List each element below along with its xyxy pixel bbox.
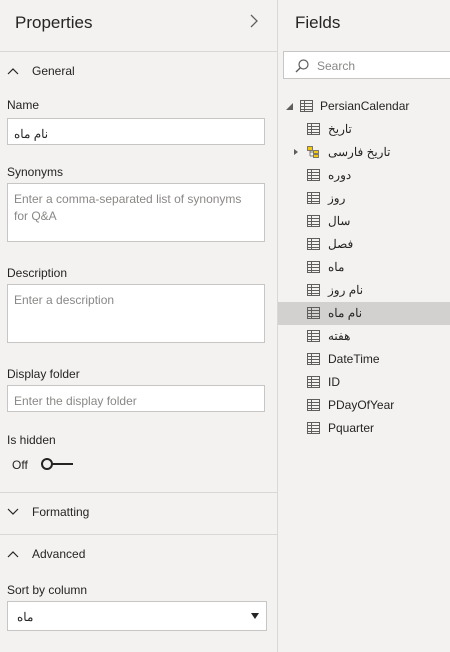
chevron-right-icon[interactable] [248, 13, 260, 29]
field-item[interactable]: PDayOfYear [278, 394, 450, 417]
sort-by-column-select[interactable]: ماه [7, 601, 267, 631]
is-hidden-toggle[interactable] [39, 456, 75, 472]
table-column-icon [307, 169, 320, 181]
table-column-icon [307, 330, 320, 342]
table-node-persiancalendar[interactable]: PersianCalendar [283, 96, 450, 116]
synonyms-placeholder: Enter a comma-separated list of synonyms… [14, 192, 242, 223]
field-item-label: دوره [328, 168, 352, 182]
name-label: Name [7, 98, 40, 112]
field-item-label: نام روز [328, 283, 364, 297]
sort-by-column-value: ماه [17, 610, 34, 624]
chevron-down-icon [7, 508, 19, 515]
table-name: PersianCalendar [320, 99, 410, 113]
dropdown-arrow-icon [251, 613, 259, 619]
field-item-label: ID [328, 375, 340, 389]
general-label: General [32, 64, 75, 78]
expand-triangle-icon[interactable] [294, 149, 298, 155]
name-value: نام ماه [14, 127, 49, 141]
name-field[interactable]: نام ماه [7, 118, 265, 145]
field-item-label: ماه [328, 260, 345, 274]
table-column-icon [307, 376, 320, 388]
table-column-icon [307, 215, 320, 227]
table-icon [300, 100, 313, 112]
display-folder-placeholder: Enter the display folder [14, 394, 137, 408]
description-field[interactable]: Enter a description [7, 284, 265, 343]
field-item-label: سال [328, 214, 351, 228]
search-placeholder: Search [317, 59, 356, 73]
field-item-label: DateTime [328, 352, 380, 366]
properties-pane: Properties General Name نام ماه Synonyms… [0, 0, 278, 652]
field-item-label: تاریخ [328, 122, 352, 136]
advanced-section-header[interactable]: Advanced [0, 534, 277, 576]
field-item-label: Pquarter [328, 421, 375, 435]
field-item[interactable]: تاریخ فارسی [278, 141, 450, 164]
table-column-icon [307, 238, 320, 250]
sort-by-column-label: Sort by column [7, 583, 88, 597]
table-column-icon [307, 422, 320, 434]
display-folder-field[interactable]: Enter the display folder [7, 385, 265, 412]
table-column-icon [307, 399, 320, 411]
table-column-icon [307, 123, 320, 135]
field-item[interactable]: تاریخ [278, 118, 450, 141]
table-column-icon [307, 284, 320, 296]
toggle-state-label: Off [12, 458, 28, 472]
field-item[interactable]: نام روز [278, 279, 450, 302]
field-item[interactable]: DateTime [278, 348, 450, 371]
field-item-label: تاریخ فارسی [328, 145, 391, 159]
synonyms-field[interactable]: Enter a comma-separated list of synonyms… [7, 183, 265, 242]
field-item-label: نام ماه [328, 306, 363, 320]
display-folder-label: Display folder [7, 367, 80, 381]
field-item[interactable]: هفته [278, 325, 450, 348]
field-item-label: فصل [328, 237, 354, 251]
advanced-label: Advanced [32, 547, 86, 561]
fields-search-input[interactable]: Search [283, 51, 450, 79]
fields-title: Fields [295, 13, 341, 32]
hierarchy-icon [307, 146, 319, 158]
chevron-up-icon [7, 68, 19, 75]
collapse-triangle-icon[interactable] [286, 103, 293, 110]
properties-title: Properties [15, 13, 93, 32]
field-item[interactable]: ID [278, 371, 450, 394]
is-hidden-label: Is hidden [7, 433, 56, 447]
field-item[interactable]: روز [278, 187, 450, 210]
synonyms-label: Synonyms [7, 165, 64, 179]
field-item-label: PDayOfYear [328, 398, 395, 412]
search-icon [295, 59, 309, 73]
field-item[interactable]: دوره [278, 164, 450, 187]
table-column-icon [307, 192, 320, 204]
field-item[interactable]: سال [278, 210, 450, 233]
table-column-icon [307, 261, 320, 273]
field-item[interactable]: فصل [278, 233, 450, 256]
power-bi-model-view: Properties General Name نام ماه Synonyms… [0, 0, 450, 652]
general-section-header[interactable]: General [0, 51, 277, 93]
table-column-icon [307, 353, 320, 365]
field-item[interactable]: نام ماه [278, 302, 450, 325]
field-item[interactable]: ماه [278, 256, 450, 279]
field-item[interactable]: Pquarter [278, 417, 450, 440]
field-item-label: روز [328, 191, 346, 205]
description-placeholder: Enter a description [14, 293, 115, 307]
formatting-section-header[interactable]: Formatting [0, 492, 277, 534]
field-item-label: هفته [328, 329, 351, 343]
table-column-icon [307, 307, 320, 319]
description-label: Description [7, 266, 68, 280]
formatting-label: Formatting [32, 505, 90, 519]
chevron-up-icon [7, 551, 19, 558]
